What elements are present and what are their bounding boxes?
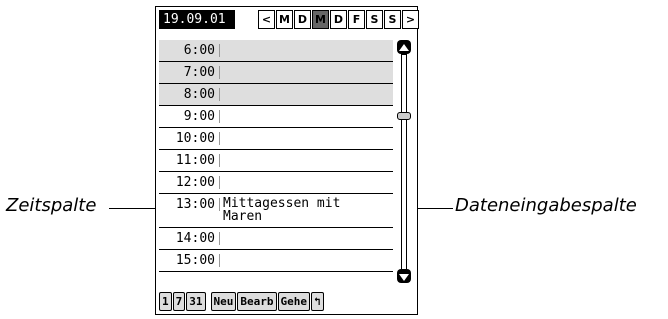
- day-navigation: < M D M D F S S >: [258, 10, 420, 29]
- bottom-toolbar: 1 7 31 Neu Bearb Gehe ↰: [159, 292, 325, 311]
- month-view-button[interactable]: 31: [186, 292, 206, 311]
- column-divider: [219, 232, 220, 245]
- scroll-down-arrow-icon[interactable]: [397, 269, 411, 283]
- time-slot-row[interactable]: 13:00 Mittagessen mit Maren: [159, 194, 393, 228]
- time-label: 7:00: [183, 65, 215, 80]
- time-label: 13:00: [175, 197, 215, 212]
- schedule-list: 6:00 7:00 8:00 9:00 10:00 11:00 12:00 13…: [159, 40, 393, 276]
- prev-week-button[interactable]: <: [258, 10, 275, 29]
- time-slot-row[interactable]: 15:00: [159, 250, 393, 272]
- time-label: 12:00: [175, 175, 215, 190]
- day-button-sun[interactable]: S: [384, 10, 401, 29]
- column-divider: [219, 154, 220, 167]
- callout-time-column: Zeitspalte: [6, 195, 97, 216]
- goto-button[interactable]: Gehe: [277, 292, 310, 311]
- scroll-up-arrow-icon[interactable]: [397, 40, 411, 54]
- time-slot-row[interactable]: 14:00: [159, 228, 393, 250]
- appointment-entry[interactable]: Mittagessen mit Maren: [223, 194, 340, 223]
- time-label: 9:00: [183, 109, 215, 124]
- column-divider: [219, 176, 220, 189]
- menu-return-icon[interactable]: ↰: [311, 292, 324, 311]
- day-button-sat[interactable]: S: [366, 10, 383, 29]
- time-label: 8:00: [183, 87, 215, 102]
- vertical-scrollbar[interactable]: [396, 40, 412, 283]
- day-button-tue[interactable]: D: [294, 10, 311, 29]
- column-divider: [219, 66, 220, 79]
- current-date[interactable]: 19.09.01: [159, 10, 235, 29]
- day-button-thu[interactable]: D: [330, 10, 347, 29]
- time-slot-row[interactable]: 12:00: [159, 172, 393, 194]
- callout-entry-column: Dateneingabespalte: [455, 195, 637, 216]
- time-label: 15:00: [175, 253, 215, 268]
- scroll-track[interactable]: [401, 54, 407, 270]
- day-button-fri[interactable]: F: [348, 10, 365, 29]
- column-divider: [219, 44, 220, 57]
- column-divider: [219, 132, 220, 145]
- time-slot-row[interactable]: 7:00: [159, 62, 393, 84]
- column-divider: [219, 110, 220, 123]
- calendar-screen: 19.09.01 < M D M D F S S > 6:00 7:00 8:0…: [155, 6, 420, 315]
- next-week-button[interactable]: >: [402, 10, 419, 29]
- column-divider: [219, 88, 220, 101]
- time-slot-row[interactable]: 6:00: [159, 40, 393, 62]
- time-slot-row[interactable]: 11:00: [159, 150, 393, 172]
- day-button-mon[interactable]: M: [276, 10, 293, 29]
- day-button-wed[interactable]: M: [312, 10, 329, 29]
- time-label: 10:00: [175, 131, 215, 146]
- column-divider: [219, 254, 220, 267]
- time-label: 14:00: [175, 231, 215, 246]
- time-label: 11:00: [175, 153, 215, 168]
- time-slot-row[interactable]: 8:00: [159, 84, 393, 106]
- week-view-button[interactable]: 7: [172, 292, 186, 311]
- time-slot-row[interactable]: 10:00: [159, 128, 393, 150]
- time-label: 6:00: [183, 43, 215, 58]
- new-button[interactable]: Neu: [210, 292, 237, 311]
- column-divider: [219, 198, 220, 211]
- edit-button[interactable]: Bearb: [237, 292, 277, 311]
- time-slot-row[interactable]: 9:00: [159, 106, 393, 128]
- day-view-button[interactable]: 1: [159, 292, 172, 311]
- scroll-thumb[interactable]: [397, 112, 411, 120]
